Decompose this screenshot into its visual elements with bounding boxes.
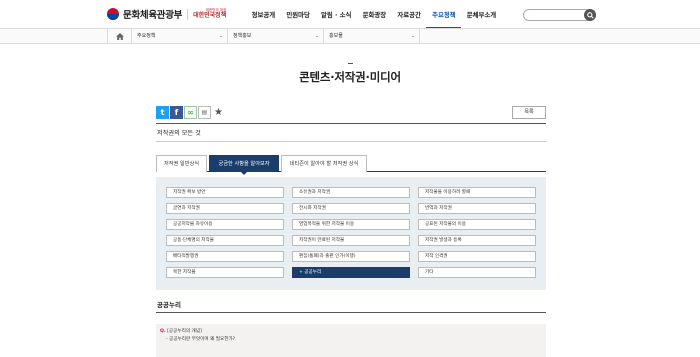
facebook-icon[interactable]: f	[170, 106, 183, 119]
divider	[156, 141, 546, 142]
nav-civil-petition[interactable]: 민원마당	[281, 10, 316, 22]
location-bar: 주요정책 ⌄ 정책홍보 ⌄ 홍보물 ⌄	[0, 28, 700, 44]
tab-copyright-basics[interactable]: 저작권 일반상식	[156, 155, 207, 172]
section-label: 저작권의 모든 것	[157, 130, 201, 137]
faq-subquestion: - 공공누리란 무엇이며 왜 필요한가?	[166, 337, 236, 342]
nav-about-ministry[interactable]: 문체부소개	[461, 10, 502, 22]
topic-link[interactable]: 저작권 발생과 등록	[418, 235, 536, 246]
location-depth-3[interactable]: 홍보물 ⌄	[324, 29, 420, 43]
location-depth-1[interactable]: 주요정책 ⌄	[132, 29, 228, 43]
policy-brand-name: 대한민국정책	[193, 11, 227, 19]
nav-culture-plaza[interactable]: 문화광장	[357, 10, 392, 22]
nav-key-policies[interactable]: 주요정책	[426, 10, 462, 28]
section-heading: 공공누리	[157, 301, 181, 309]
tab-netizen-copyright[interactable]: 네티즌이 알아야 할 저작권 상식	[281, 155, 367, 172]
topic-link[interactable]: 공동·단체명의 저작물	[166, 235, 284, 246]
page-title: 콘텐츠·저작권·미디어	[299, 70, 401, 84]
topic-link[interactable]: 배타적발행권	[166, 251, 284, 262]
chevron-down-icon: ⌄	[314, 33, 319, 39]
question-mark-label: Q.	[160, 329, 166, 334]
search-button[interactable]	[584, 9, 596, 21]
tab-bar: 저작권 일반상식 궁금한 사항을 알아보자 네티즌이 알아야 할 저작권 상식	[156, 155, 546, 175]
nav-info-disclosure[interactable]: 정보공개	[246, 10, 281, 22]
topic-link[interactable]: 기타	[418, 267, 536, 278]
main-nav: 정보공개 민원마당 알림 · 소식 문화광장 자료공간 주요정책 문체부소개	[246, 10, 502, 28]
topic-link-selected[interactable]: + 공공누리	[292, 267, 410, 278]
topic-link[interactable]: 편집(통폐)과 출판 인가(이행)	[292, 251, 410, 262]
topic-link[interactable]: 영업목적을 위한 저작물 이용	[292, 219, 410, 230]
nav-news[interactable]: 알림 · 소식	[315, 10, 357, 22]
topic-link[interactable]: 북한 저작물	[166, 267, 284, 278]
topic-grid: 저작권 확보 방안 소유권과 저작권 저작물을 이용하려 할때 글연과 저작권 …	[156, 177, 546, 290]
tab-faq[interactable]: 궁금한 사항을 알아보자	[209, 155, 279, 175]
twitter-icon[interactable]: t	[156, 106, 169, 119]
divider	[156, 123, 546, 124]
list-button[interactable]: 목록	[512, 106, 546, 119]
nav-resources[interactable]: 자료공간	[392, 10, 427, 22]
link-icon[interactable]: ∞	[184, 106, 197, 119]
topic-link[interactable]: 글연과 저작권	[166, 203, 284, 214]
logo-divider	[187, 8, 189, 20]
site-logo[interactable]: 문화체육관광부 대한민국 대표 대한민국정책	[107, 7, 226, 21]
faq-item[interactable]: Q. [공공누리의 개념] - 공공누리란 무엇이며 왜 필요한가?	[156, 324, 546, 357]
chevron-down-icon: ⌄	[410, 33, 415, 39]
faq-question: Q. [공공누리의 개념]	[160, 328, 202, 334]
divider	[156, 312, 546, 313]
topic-link[interactable]: 공공저작물 자유이용	[166, 219, 284, 230]
location-depth-3-label: 홍보물	[329, 33, 343, 39]
star-icon[interactable]: ★	[212, 106, 225, 119]
site-header: 문화체육관광부 대한민국 대표 대한민국정책 정보공개 민원마당 알림 · 소식…	[0, 0, 700, 28]
topic-link[interactable]: 저작물을 이용하려 할때	[418, 187, 536, 198]
topic-link[interactable]: 저작권 확보 방안	[166, 187, 284, 198]
home-icon	[115, 32, 124, 40]
search-icon	[586, 11, 594, 19]
topic-link[interactable]: 전시와 저작권	[292, 203, 410, 214]
topic-link[interactable]: 저작권이 만료된 저작물	[292, 235, 410, 246]
location-depth-1-label: 주요정책	[137, 33, 156, 39]
topic-link[interactable]: 공표된 저작물의 이용	[418, 219, 536, 230]
logo-text: 문화체육관광부	[123, 10, 183, 21]
title-decoration	[348, 63, 353, 64]
faq-question-text: [공공누리의 개념]	[167, 329, 202, 334]
taegeuk-emblem-icon	[107, 8, 119, 20]
topic-link[interactable]: 번역과 저작권	[418, 203, 536, 214]
chevron-down-icon: ⌄	[218, 33, 223, 39]
policy-brand[interactable]: 대한민국 대표 대한민국정책	[193, 9, 226, 19]
print-icon[interactable]: ▤	[198, 106, 211, 119]
location-depth-2[interactable]: 정책홍보 ⌄	[228, 29, 324, 43]
topic-link[interactable]: 저작 인격권	[418, 251, 536, 262]
location-depth-2-label: 정책홍보	[233, 33, 252, 39]
share-toolbar: t f ∞ ▤ ★	[156, 106, 225, 119]
topic-link[interactable]: 소유권과 저작권	[292, 187, 410, 198]
home-button[interactable]	[107, 29, 132, 43]
